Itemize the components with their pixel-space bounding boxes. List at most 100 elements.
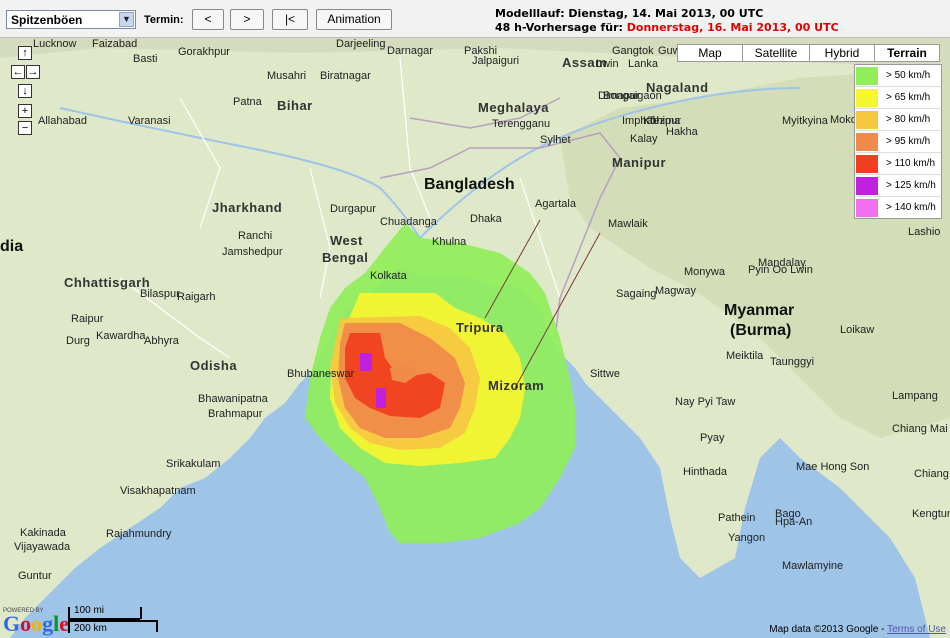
- map-type-hybrid[interactable]: Hybrid: [809, 44, 875, 62]
- map-label-city: Faizabad: [92, 38, 138, 50]
- map-label-city: Lashio: [908, 226, 941, 238]
- map-label-city: Vijayawada: [14, 541, 71, 553]
- pan-left-button[interactable]: ←: [11, 65, 25, 79]
- map-label-region: Odisha: [190, 358, 238, 373]
- map-label-city: Kalay: [630, 133, 658, 145]
- map-label-city: Magway: [655, 285, 696, 297]
- termin-label: Termin:: [144, 14, 184, 26]
- map-label-city: Chiang Rai: [914, 468, 950, 480]
- map-label-city: Durgapur: [330, 203, 376, 215]
- legend-label: > 125 km/h: [886, 180, 936, 191]
- map-label-city: Lanka: [628, 58, 658, 70]
- forecast-date: Donnerstag, 16. Mai 2013, 00 UTC: [626, 21, 839, 34]
- map-label-city: Myitkyina: [782, 115, 828, 127]
- map-label-city: Jamshedpur: [222, 246, 283, 258]
- pan-down-button[interactable]: ↓: [18, 84, 32, 98]
- map-label-city: Imphal: [622, 115, 656, 127]
- map-label-city: Guntur: [18, 570, 52, 582]
- map-type-satellite[interactable]: Satellite: [742, 44, 810, 62]
- map-label-city: Kakinada: [20, 527, 66, 539]
- legend-swatch: [856, 88, 878, 107]
- legend-row: > 95 km/h: [855, 131, 941, 153]
- legend-row: > 65 km/h: [855, 87, 941, 109]
- modelllauf-text: Modelllauf: Dienstag, 14. Mai 2013, 00 U…: [495, 7, 764, 20]
- map-label-region: Tripura: [456, 320, 504, 335]
- pan-right-button[interactable]: →: [26, 65, 40, 79]
- legend-swatch: [856, 66, 878, 85]
- gust-legend: > 50 km/h > 65 km/h > 80 km/h > 95 km/h …: [854, 64, 942, 219]
- gust-125b: [376, 388, 386, 408]
- map-label-city: Patna: [233, 96, 262, 108]
- prev-button[interactable]: <: [192, 9, 224, 30]
- map-label-city: Mae Hong Son: [796, 461, 870, 473]
- map-label-city: Kengtung: [912, 508, 950, 520]
- map-label-city: Lucknow: [33, 38, 77, 50]
- map-label-region: Meghalaya: [478, 100, 549, 115]
- first-button[interactable]: |<: [272, 9, 308, 30]
- map-label-city: Meiktila: [726, 350, 764, 362]
- map-label-city: Agartala: [535, 198, 576, 210]
- map-label-city: Durg: [66, 335, 90, 347]
- map-label-city: Dimapur: [598, 90, 640, 102]
- run-info: Modelllauf: Dienstag, 14. Mai 2013, 00 U…: [495, 7, 839, 35]
- map-canvas[interactable]: Bangladesh Myanmar (Burma) dia Bihar Jharkhan…: [0, 38, 950, 638]
- map-label-city: Nay Pyi Taw: [675, 396, 736, 408]
- map-label-city: Sylhet: [540, 134, 571, 146]
- map-label-city: Pathein: [718, 512, 756, 524]
- forecast-line: 48 h-Vorhersage für: Donnerstag, 16. Mai…: [495, 21, 839, 35]
- map-label-city: Musahri: [267, 70, 307, 82]
- map-label-city: Raigarh: [177, 291, 216, 303]
- scale-km: 200 km: [74, 623, 107, 634]
- map-label-region: Jharkhand: [212, 200, 283, 215]
- chevron-down-icon[interactable]: ▼: [119, 12, 134, 27]
- map-label-city: Jalpaiguri: [472, 55, 520, 67]
- map-label-city: Taunggyi: [770, 356, 815, 368]
- map-label-country: Bangladesh: [424, 176, 515, 193]
- legend-swatch: [856, 110, 878, 129]
- pan-up-button[interactable]: ↑: [18, 46, 32, 60]
- map-label-city: Varanasi: [128, 115, 171, 127]
- map-label-city: Yangon: [728, 532, 766, 544]
- legend-row: > 140 km/h: [855, 197, 941, 218]
- terms-of-use-link[interactable]: Terms of Use: [887, 624, 946, 635]
- map-label-city: Basti: [133, 53, 158, 65]
- map-label-city: Pyin Oo Lwin: [748, 264, 813, 276]
- toolbar: Spitzenböen ▼ Termin: < > |< Animation M…: [0, 0, 950, 38]
- scale-mi: 100 mi: [74, 605, 105, 616]
- parameter-select[interactable]: Spitzenböen ▼: [6, 10, 136, 29]
- forecast-prefix: 48 h-Vorhersage für:: [495, 21, 627, 34]
- map-copyright: Map data ©2013 Google - Terms of Use: [769, 624, 946, 635]
- legend-label: > 95 km/h: [886, 136, 931, 147]
- map-label-city: Abhyra: [144, 335, 179, 347]
- map-label-region: Bengal: [322, 250, 369, 265]
- legend-row: > 125 km/h: [855, 175, 941, 197]
- animation-button[interactable]: Animation: [316, 9, 392, 30]
- map-label-city: Hinthada: [683, 466, 728, 478]
- map-label-city: Bhubaneswar: [287, 368, 355, 380]
- map-label-city: Mawlamyine: [782, 560, 844, 572]
- map-label-city: Dhaka: [470, 213, 502, 225]
- map-label-city: Kawardha: [96, 330, 146, 342]
- map-label-region: West: [330, 233, 363, 248]
- legend-row: > 80 km/h: [855, 109, 941, 131]
- google-logo[interactable]: POWERED BY Google: [3, 608, 69, 635]
- map-label-country: Myanmar: [724, 302, 795, 319]
- map-label-city: Loikaw: [840, 324, 875, 336]
- map-label-city: Lwin: [596, 58, 619, 70]
- next-button[interactable]: >: [230, 9, 264, 30]
- map-type-control: Map Satellite Hybrid Terrain: [677, 44, 940, 62]
- legend-swatch: [856, 132, 878, 151]
- legend-row: > 110 km/h: [855, 153, 941, 175]
- map-label-city: Kolkata: [370, 270, 407, 282]
- map-type-map[interactable]: Map: [677, 44, 743, 62]
- scale-bar: 100 mi 200 km: [68, 605, 160, 635]
- map-label-city: Mawlaik: [608, 218, 648, 230]
- map-label-city: Darnagar: [387, 45, 433, 57]
- legend-swatch: [856, 154, 878, 173]
- zoom-out-button[interactable]: −: [18, 121, 32, 135]
- map-label-city: Hpa-An: [775, 516, 813, 528]
- legend-label: > 80 km/h: [886, 114, 931, 125]
- gust-125a: [360, 353, 372, 371]
- zoom-in-button[interactable]: +: [18, 104, 32, 118]
- map-type-terrain[interactable]: Terrain: [874, 44, 940, 62]
